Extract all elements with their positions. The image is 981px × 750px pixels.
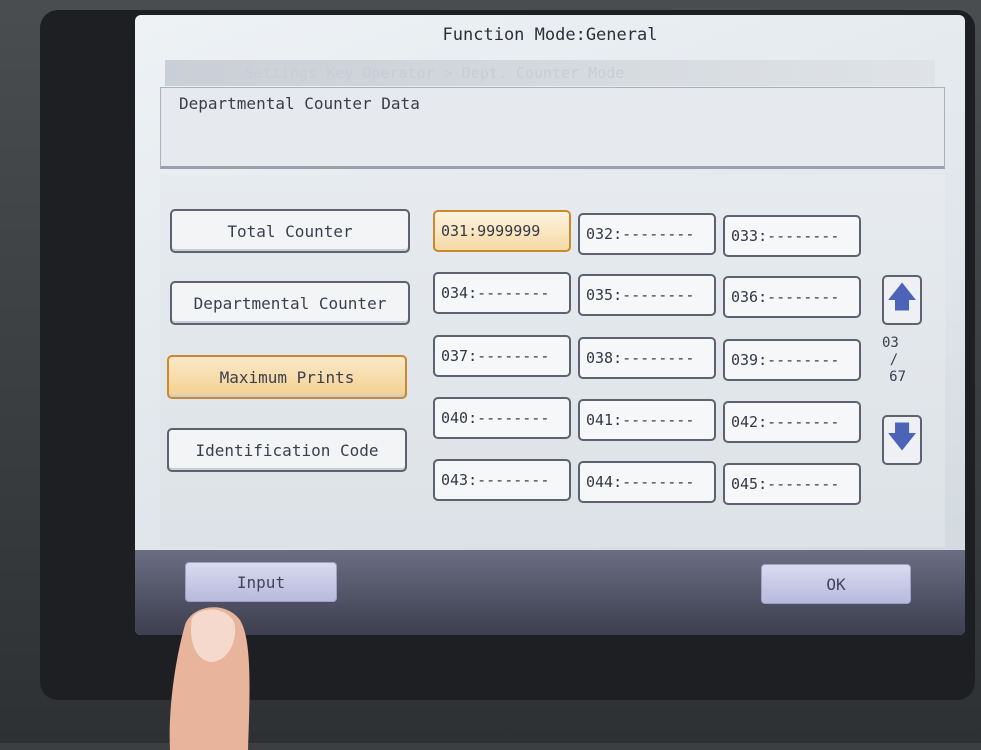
maximum-prints-button[interactable]: Maximum Prints: [167, 355, 407, 399]
counter-cell-043[interactable]: 043:--------: [433, 459, 571, 501]
pointing-finger: [169, 607, 250, 750]
breadcrumb: Settings Key Operator > Dept. Counter Mo…: [165, 60, 935, 86]
counter-cell-038[interactable]: 038:--------: [578, 337, 716, 379]
counter-cell-041[interactable]: 041:--------: [578, 399, 716, 441]
touch-screen: Function Mode:General Settings Key Opera…: [135, 15, 965, 635]
title-panel: Departmental Counter Data: [160, 87, 945, 169]
arrow-up-icon: 🡅: [886, 279, 918, 315]
scroll-down-button[interactable]: 🡇: [882, 415, 922, 465]
page-total: 67: [889, 369, 906, 385]
counter-cell-040[interactable]: 040:--------: [433, 397, 571, 439]
counter-cell-037[interactable]: 037:--------: [433, 335, 571, 377]
scroll-up-button[interactable]: 🡅: [882, 275, 922, 325]
page-title: Departmental Counter Data: [179, 94, 420, 113]
counter-cell-045[interactable]: 045:--------: [723, 463, 861, 505]
counter-cell-035[interactable]: 035:--------: [578, 274, 716, 316]
identification-code-button[interactable]: Identification Code: [167, 428, 407, 472]
counter-cell-036[interactable]: 036:--------: [723, 276, 861, 318]
ok-button[interactable]: OK: [761, 564, 911, 604]
arrow-down-icon: 🡇: [886, 419, 918, 455]
counter-cell-034[interactable]: 034:--------: [433, 272, 571, 314]
total-counter-button[interactable]: Total Counter: [170, 209, 410, 253]
content-area: Total Counter Departmental Counter Maxim…: [160, 175, 945, 547]
counter-cell-032[interactable]: 032:--------: [578, 213, 716, 255]
counter-cell-033[interactable]: 033:--------: [723, 215, 861, 257]
page-indicator: 03 / 67: [882, 335, 906, 386]
departmental-counter-button[interactable]: Departmental Counter: [170, 281, 410, 325]
counter-cell-031[interactable]: 031:9999999: [433, 210, 571, 252]
counter-cell-042[interactable]: 042:--------: [723, 401, 861, 443]
page-current: 03: [882, 335, 899, 351]
counter-cell-044[interactable]: 044:--------: [578, 461, 716, 503]
counter-cell-039[interactable]: 039:--------: [723, 339, 861, 381]
mode-title: Function Mode:General: [442, 25, 658, 45]
page-separator: /: [889, 352, 899, 368]
input-button[interactable]: Input: [185, 562, 337, 602]
